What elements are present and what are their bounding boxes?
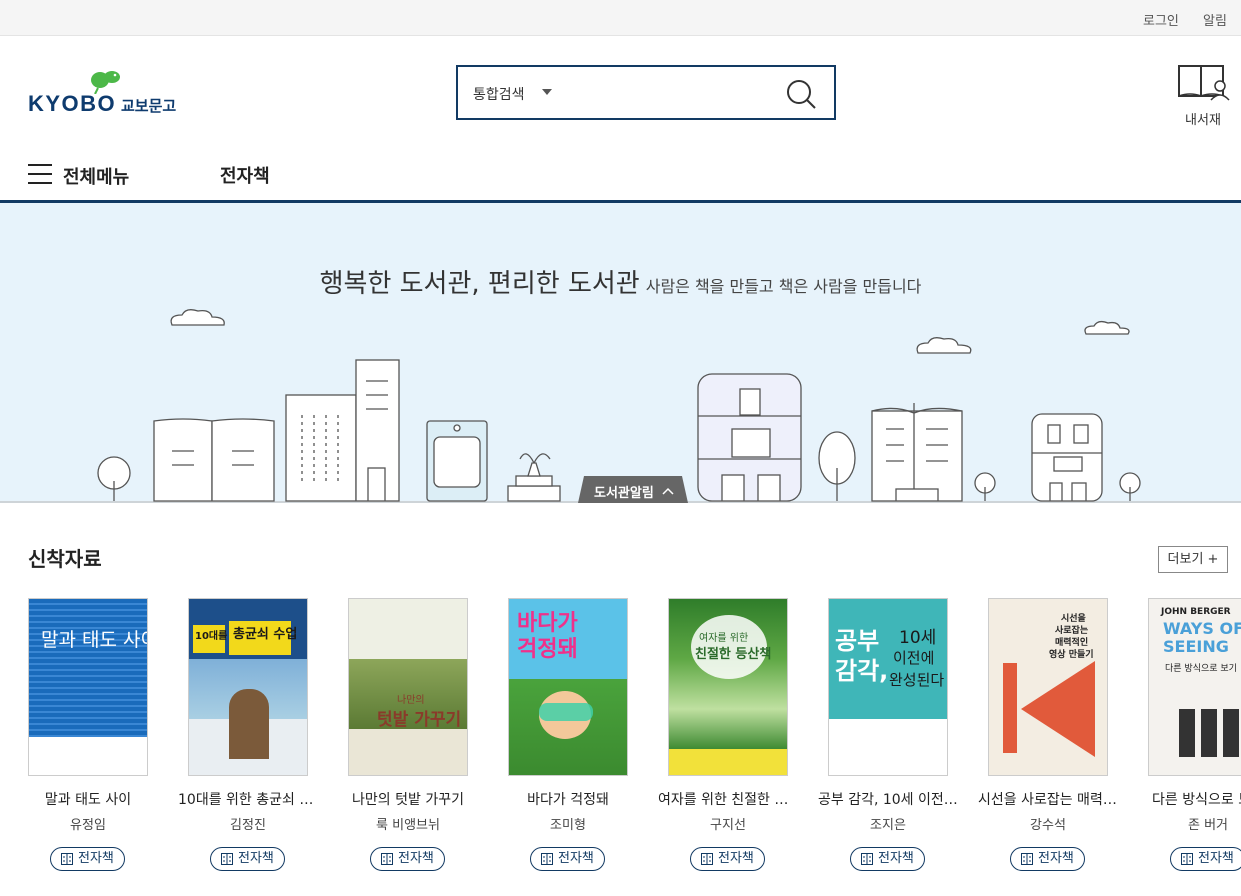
chevron-up-icon bbox=[662, 487, 674, 495]
logo-wordmark: KYOBO bbox=[28, 91, 117, 116]
book-title[interactable]: 다른 방식으로 보기 bbox=[1138, 789, 1241, 809]
book-title[interactable]: 시선을 사로잡는 매력적인 영상 만들기 bbox=[978, 789, 1118, 809]
ebook-icon bbox=[1181, 853, 1193, 865]
book-carousel: 말과 태도 사이 말과 태도 사이 유정임 전자책 10대를 위한 총균쇠 수업… bbox=[28, 598, 1241, 896]
ebook-badge[interactable]: 전자책 bbox=[690, 847, 765, 871]
ebook-badge[interactable]: 전자책 bbox=[1170, 847, 1241, 871]
book-title[interactable]: 10대를 위한 총균쇠 수업 bbox=[178, 789, 318, 809]
city-illustration bbox=[0, 309, 1241, 503]
ebook-badge-label: 전자책 bbox=[238, 851, 274, 866]
book-title[interactable]: 바다가 걱정돼 bbox=[498, 789, 638, 809]
ebook-badge[interactable]: 전자책 bbox=[850, 847, 925, 871]
ebook-icon bbox=[861, 853, 873, 865]
ebook-badge[interactable]: 전자책 bbox=[210, 847, 285, 871]
my-library-label: 내서재 bbox=[1185, 113, 1221, 128]
cover-title: 이전에 bbox=[893, 649, 935, 667]
book-cover[interactable]: JOHN BERGER WAYS OF SEEING 다른 방식으로 보기 bbox=[1148, 598, 1241, 776]
cover-title: 완성된다 bbox=[889, 671, 945, 689]
book-title[interactable]: 공부 감각, 10세 이전에 완성된다 bbox=[818, 789, 958, 809]
cover-title: WAYS OF bbox=[1163, 619, 1241, 638]
rewind-graphic bbox=[1021, 661, 1095, 757]
nav-ebook-link[interactable]: 전자책 bbox=[220, 162, 270, 188]
book-author: 조미형 bbox=[550, 818, 586, 833]
logo-korean: 교보문고 bbox=[121, 97, 177, 115]
search-input[interactable] bbox=[570, 77, 770, 109]
ebook-icon bbox=[61, 853, 73, 865]
book-cover[interactable]: 10대를 위한 총균쇠 수업 bbox=[188, 598, 308, 776]
cover-title: 다른 방식으로 보기 bbox=[1165, 664, 1237, 674]
ebook-badge[interactable]: 전자책 bbox=[1010, 847, 1085, 871]
ebook-icon bbox=[381, 853, 393, 865]
ebook-badge[interactable]: 전자책 bbox=[530, 847, 605, 871]
ebook-icon bbox=[701, 853, 713, 865]
library-notice-label: 도서관알림 bbox=[594, 486, 654, 501]
cover-title: 친절한 등산책 bbox=[695, 647, 772, 662]
search-icon[interactable] bbox=[784, 77, 818, 111]
book-author: 존 버거 bbox=[1187, 818, 1228, 833]
ebook-icon bbox=[221, 853, 233, 865]
cover-title: JOHN BERGER bbox=[1161, 607, 1231, 617]
utility-bar: 로그인 알림 bbox=[0, 0, 1241, 36]
ebook-badge-label: 전자책 bbox=[878, 851, 914, 866]
new-arrivals-title: 신착자료 bbox=[28, 547, 102, 571]
ebook-badge-label: 전자책 bbox=[1198, 851, 1234, 866]
my-library-button[interactable]: 내서재 bbox=[1174, 62, 1232, 128]
cover-title: 10세 bbox=[899, 628, 937, 648]
book-cover[interactable]: 여자를 위한 친절한 등산책 bbox=[668, 598, 788, 776]
book-title[interactable]: 나만의 텃밭 가꾸기 bbox=[338, 789, 478, 809]
book-cover[interactable]: 공부 감각, 10세 이전에 완성된다 bbox=[828, 598, 948, 776]
book-title[interactable]: 여자를 위한 친절한 등산책 bbox=[658, 789, 798, 809]
cover-title: 감각, bbox=[835, 657, 889, 685]
book-author: 룩 비앵브뉘 bbox=[376, 818, 440, 833]
ebook-badge[interactable]: 전자책 bbox=[50, 847, 125, 871]
hero-banner: 행복한 도서관, 편리한 도서관사람은 책을 만들고 책은 사람을 만듭니다 bbox=[0, 203, 1241, 503]
ebook-icon bbox=[1021, 853, 1033, 865]
ebook-icon bbox=[541, 853, 553, 865]
ebook-badge-label: 전자책 bbox=[78, 851, 114, 866]
book-cover[interactable]: 시선을 사로잡는 매력적인 영상 만들기 bbox=[988, 598, 1108, 776]
book-author: 구지선 bbox=[710, 818, 746, 833]
book-author: 유정임 bbox=[70, 818, 106, 833]
kyobo-logo[interactable]: KYOBO 교보문고 bbox=[28, 68, 178, 118]
chevron-down-icon[interactable] bbox=[542, 89, 552, 95]
search-box: 통합검색 bbox=[456, 65, 836, 120]
book-author: 조지은 bbox=[870, 818, 906, 833]
book-cover[interactable]: 말과 태도 사이 bbox=[28, 598, 148, 776]
cover-title: 말과 태도 사이 bbox=[41, 629, 148, 651]
cover-title: 나만의 bbox=[397, 695, 425, 706]
ebook-badge-label: 전자책 bbox=[718, 851, 754, 866]
book-title[interactable]: 말과 태도 사이 bbox=[28, 789, 158, 809]
ebook-badge[interactable]: 전자책 bbox=[370, 847, 445, 871]
login-link[interactable]: 로그인 bbox=[1143, 10, 1179, 29]
ebook-badge-label: 전자책 bbox=[1038, 851, 1074, 866]
cover-title: 텃밭 가꾸기 bbox=[377, 710, 462, 730]
cover-title: SEEING bbox=[1163, 637, 1229, 656]
search-scope-select[interactable]: 통합검색 bbox=[473, 84, 525, 104]
book-user-icon bbox=[1178, 65, 1230, 101]
cover-title: 여자를 위한 bbox=[699, 633, 749, 644]
notifications-link[interactable]: 알림 bbox=[1203, 10, 1227, 29]
cover-title: 총균쇠 수업 bbox=[233, 627, 298, 642]
all-menu-label: 전체메뉴 bbox=[63, 167, 130, 188]
ebook-badge-label: 전자책 bbox=[398, 851, 434, 866]
ebook-badge-label: 전자책 bbox=[558, 851, 594, 866]
book-author: 강수석 bbox=[1030, 818, 1066, 833]
book-cover[interactable]: 나만의 텃밭 가꾸기 bbox=[348, 598, 468, 776]
library-notice-tab[interactable]: 도서관알림 bbox=[578, 476, 688, 503]
more-button[interactable]: 더보기 + bbox=[1158, 546, 1228, 573]
book-author: 김정진 bbox=[230, 818, 266, 833]
hamburger-icon bbox=[28, 164, 52, 184]
cover-title: 걱정돼 bbox=[517, 637, 578, 662]
book-cover[interactable]: 바다가 걱정돼 bbox=[508, 598, 628, 776]
